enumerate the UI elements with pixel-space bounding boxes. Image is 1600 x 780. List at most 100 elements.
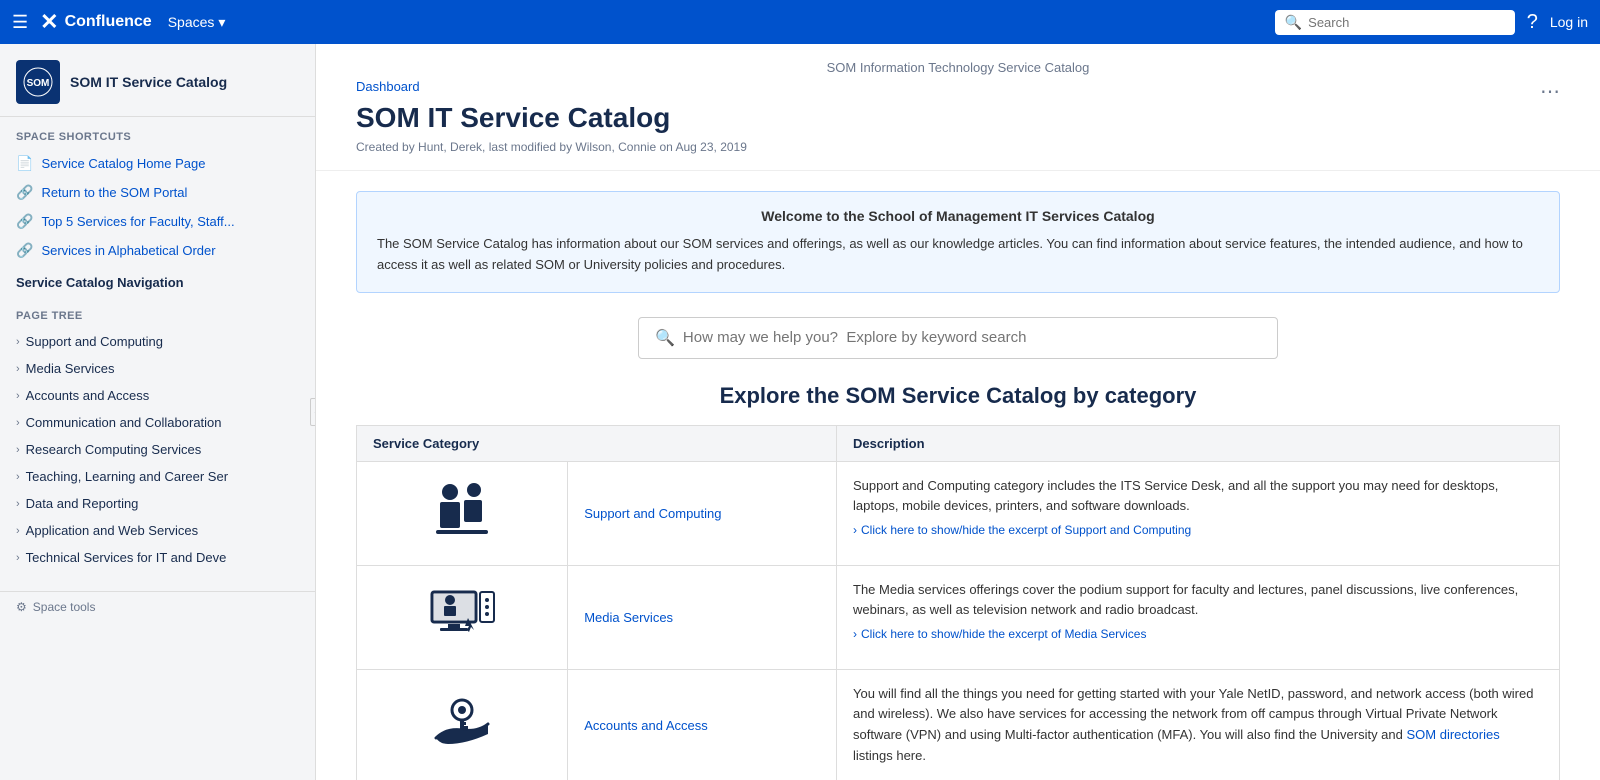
hamburger-menu[interactable]: ☰ — [12, 12, 28, 33]
page-meta: Created by Hunt, Derek, last modified by… — [356, 140, 747, 154]
breadcrumb-and-title: Dashboard SOM IT Service Catalog Created… — [356, 79, 747, 170]
sidebar-tree-accounts[interactable]: › Accounts and Access — [0, 382, 315, 409]
sidebar-link-label-som: Return to the SOM Portal — [41, 185, 187, 200]
chevron-right-icon-9: › — [16, 552, 20, 564]
link-icon-2: 🔗 — [16, 213, 33, 230]
row-link-support[interactable]: Support and Computing — [568, 461, 837, 565]
catalog-search-wrap: 🔍 — [356, 317, 1560, 359]
chevron-right-icon-3: › — [16, 390, 20, 402]
sidebar-item-alpha[interactable]: 🔗 Services in Alphabetical Order — [0, 236, 315, 265]
media-services-link[interactable]: Media Services — [584, 610, 673, 625]
chevron-right-expand-icon-2: › — [853, 627, 857, 641]
page-body: Welcome to the School of Management IT S… — [316, 171, 1600, 780]
row-icon-accounts — [357, 669, 568, 780]
explore-title: Explore the SOM Service Catalog by categ… — [356, 383, 1560, 409]
topnav-right: 🔍 ? Log in — [1275, 10, 1588, 35]
sidebar-collapse-button[interactable]: « — [310, 398, 316, 426]
space-tools-label: Space tools — [33, 600, 96, 614]
welcome-box: Welcome to the School of Management IT S… — [356, 191, 1560, 293]
sidebar-tree-label-media: Media Services — [26, 361, 115, 376]
row-link-accounts[interactable]: Accounts and Access — [568, 669, 837, 780]
login-button[interactable]: Log in — [1550, 14, 1588, 30]
sidebar-space-header[interactable]: SOM SOM IT Service Catalog — [0, 44, 315, 117]
link-icon: 🔗 — [16, 184, 33, 201]
sidebar-item-top5[interactable]: 🔗 Top 5 Services for Faculty, Staff... — [0, 207, 315, 236]
accounts-desc-text: You will find all the things you need fo… — [853, 684, 1543, 767]
row-icon-media — [357, 565, 568, 669]
sidebar-tree-label-tech: Technical Services for IT and Deve — [26, 550, 227, 565]
welcome-box-title: Welcome to the School of Management IT S… — [377, 208, 1539, 224]
catalog-table: Service Category Description — [356, 425, 1560, 780]
space-shortcuts-label: SPACE SHORTCUTS — [0, 117, 315, 149]
media-expand-label[interactable]: Click here to show/hide the excerpt of M… — [861, 627, 1146, 641]
sidebar-nav-label: Service Catalog Navigation — [0, 265, 315, 296]
table-row: Support and Computing Support and Comput… — [357, 461, 1560, 565]
chevron-right-icon-2: › — [16, 363, 20, 375]
sidebar-tree-label-comms: Communication and Collaboration — [26, 415, 222, 430]
sidebar-tree-teaching[interactable]: › Teaching, Learning and Career Ser — [0, 463, 315, 490]
sidebar-item-return-som[interactable]: 🔗 Return to the SOM Portal — [0, 178, 315, 207]
sidebar-link-label-alpha: Services in Alphabetical Order — [41, 243, 215, 258]
sidebar-tree-label-accounts: Accounts and Access — [26, 388, 150, 403]
page-header: SOM Information Technology Service Catal… — [316, 44, 1600, 171]
chevron-right-icon: › — [16, 336, 20, 348]
sidebar-tree-app[interactable]: › Application and Web Services — [0, 517, 315, 544]
media-desc-text: The Media services offerings cover the p… — [853, 580, 1543, 622]
main-content: SOM Information Technology Service Catal… — [316, 44, 1600, 780]
col-header-category: Service Category — [357, 425, 837, 461]
welcome-box-text: The SOM Service Catalog has information … — [377, 234, 1539, 276]
space-logo-badge: SOM — [16, 60, 60, 104]
top-navigation: ☰ ✕ Confluence Spaces ▾ 🔍 ? Log in — [0, 0, 1600, 44]
sidebar-item-service-catalog-home[interactable]: 📄 Service Catalog Home Page — [0, 149, 315, 178]
spaces-dropdown[interactable]: Spaces ▾ — [168, 14, 226, 31]
support-expand-label[interactable]: Click here to show/hide the excerpt of S… — [861, 523, 1191, 537]
som-directories-link[interactable]: SOM directories — [1407, 727, 1500, 742]
more-options-button[interactable]: ⋯ — [1540, 79, 1560, 104]
catalog-search-box[interactable]: 🔍 — [638, 317, 1278, 359]
sidebar: SOM SOM IT Service Catalog SPACE SHORTCU… — [0, 44, 316, 780]
page-tree-label: PAGE TREE — [0, 296, 315, 328]
help-button[interactable]: ? — [1527, 11, 1538, 34]
sidebar-tree-data[interactable]: › Data and Reporting — [0, 490, 315, 517]
breadcrumb[interactable]: Dashboard — [356, 79, 747, 94]
media-expand-link[interactable]: › Click here to show/hide the excerpt of… — [853, 627, 1543, 641]
catalog-search-icon: 🔍 — [655, 328, 675, 348]
main-layout: SOM SOM IT Service Catalog SPACE SHORTCU… — [0, 44, 1600, 780]
chevron-right-icon-8: › — [16, 525, 20, 537]
global-search-input[interactable] — [1308, 15, 1505, 30]
link-icon-3: 🔗 — [16, 242, 33, 259]
sidebar-tree-support[interactable]: › Support and Computing — [0, 328, 315, 355]
support-expand-link[interactable]: › Click here to show/hide the excerpt of… — [853, 523, 1543, 537]
sidebar-tree-label-support: Support and Computing — [26, 334, 163, 349]
sidebar-tree-label-data: Data and Reporting — [26, 496, 139, 511]
chevron-right-icon-4: › — [16, 417, 20, 429]
global-search-box[interactable]: 🔍 — [1275, 10, 1515, 35]
sidebar-tree-label-research: Research Computing Services — [26, 442, 202, 457]
media-services-icon — [426, 580, 498, 652]
sidebar-tree-tech[interactable]: › Technical Services for IT and Deve — [0, 544, 315, 571]
accounts-access-link[interactable]: Accounts and Access — [584, 718, 708, 733]
chevron-right-icon-6: › — [16, 471, 20, 483]
confluence-logo[interactable]: ✕ Confluence — [40, 9, 152, 35]
sidebar-tree-research[interactable]: › Research Computing Services — [0, 436, 315, 463]
sidebar-tree-comms[interactable]: › Communication and Collaboration — [0, 409, 315, 436]
chevron-right-icon-5: › — [16, 444, 20, 456]
page-icon: 📄 — [16, 155, 33, 172]
page-title-row: Dashboard SOM IT Service Catalog Created… — [356, 79, 1560, 170]
table-row: Accounts and Access You will find all th… — [357, 669, 1560, 780]
row-link-media[interactable]: Media Services — [568, 565, 837, 669]
row-icon-support — [357, 461, 568, 565]
space-tools[interactable]: ⚙ Space tools — [0, 591, 315, 622]
sidebar-link-label-top5: Top 5 Services for Faculty, Staff... — [41, 214, 234, 229]
search-icon: 🔍 — [1285, 14, 1302, 31]
chevron-right-icon-7: › — [16, 498, 20, 510]
support-computing-link[interactable]: Support and Computing — [584, 506, 721, 521]
sidebar-tree-label-app: Application and Web Services — [26, 523, 198, 538]
support-computing-icon — [426, 476, 498, 548]
col-header-description: Description — [837, 425, 1560, 461]
sidebar-tree-label-teaching: Teaching, Learning and Career Ser — [26, 469, 228, 484]
catalog-search-input[interactable] — [683, 329, 1261, 346]
sidebar-tree-media[interactable]: › Media Services — [0, 355, 315, 382]
space-name-header: SOM Information Technology Service Catal… — [356, 60, 1560, 75]
spaces-label: Spaces — [168, 14, 215, 30]
